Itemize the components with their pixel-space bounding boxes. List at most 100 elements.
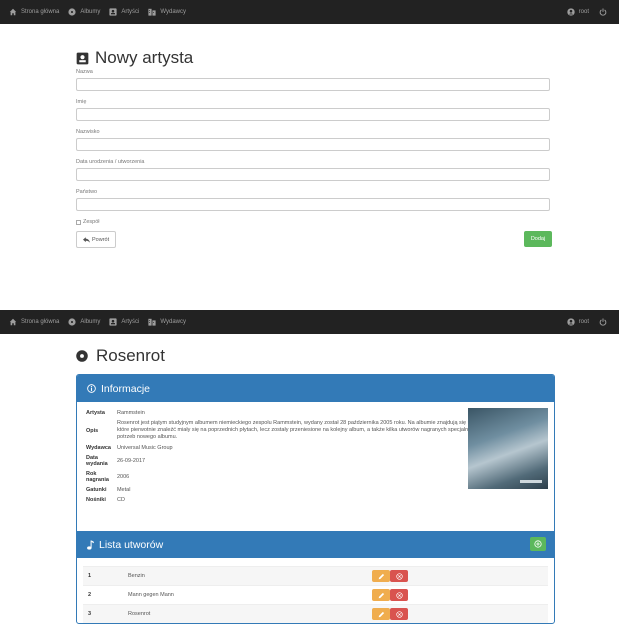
logout-button[interactable] <box>599 318 611 326</box>
info-value: CD <box>116 497 125 503</box>
nav-home[interactable]: Strona główna <box>9 318 59 326</box>
nav-publishers-label: Wydawcy <box>160 9 186 15</box>
new-artist-form: Nowy artysta Nazwa Imię Nazwisko Data ur… <box>76 24 552 249</box>
info-header: Informacje <box>77 375 554 402</box>
home-icon <box>9 318 17 326</box>
album-view: Strona główna Albumy Artyści Wydawcy roo… <box>0 310 619 624</box>
add-button[interactable]: Dodaj <box>524 231 552 247</box>
reply-arrow-icon <box>83 236 90 243</box>
edit-track-button[interactable] <box>372 589 390 601</box>
disc-icon <box>68 8 76 16</box>
birth-date-label: Data urodzenia / utworzenia <box>76 159 145 165</box>
info-key: Artysta <box>86 410 105 416</box>
pencil-icon <box>378 573 384 579</box>
nav-albums-label: Albumy <box>80 9 101 15</box>
tracks-header-label: Lista utworów <box>99 538 164 551</box>
info-circle-icon <box>87 384 96 393</box>
first-name-label: Imię <box>76 99 87 105</box>
country-input[interactable] <box>76 198 550 211</box>
form-actions: Powrót Dodaj <box>76 231 552 249</box>
country-label: Państwo <box>76 189 98 195</box>
name-label: Nazwa <box>76 69 93 75</box>
nav-right: root <box>557 8 611 16</box>
delete-track-button[interactable] <box>390 589 408 601</box>
pencil-icon <box>378 592 384 598</box>
info-row-publisher: Wydawca Universal Music Group <box>83 443 490 453</box>
album-title-text: Rosenrot <box>96 346 165 365</box>
info-key: Rok nagrania <box>86 471 109 483</box>
back-button[interactable]: Powrót <box>76 231 117 248</box>
page-title: Nowy artysta <box>76 48 552 68</box>
album-panel: Informacje Artysta Rammstein Opis Rosenr… <box>76 374 555 624</box>
user-icon <box>566 318 575 326</box>
track-title: Benzin <box>128 573 145 579</box>
nav-user-label: root <box>578 9 589 15</box>
first-name-input[interactable] <box>76 108 550 121</box>
birth-date-input[interactable] <box>76 168 550 181</box>
info-key: Nośniki <box>86 497 106 503</box>
nav-home-label: Strona główna <box>21 9 60 15</box>
track-row: 3 Rosenrot <box>83 604 548 623</box>
band-checkbox-label: Zespół <box>83 219 100 225</box>
album-title: Rosenrot <box>76 346 165 366</box>
remove-circle-icon <box>395 591 403 599</box>
tracks-header: Lista utworów <box>77 531 554 558</box>
add-track-button[interactable] <box>530 537 546 551</box>
remove-circle-icon <box>395 572 403 580</box>
nav-albums[interactable]: Albumy <box>68 8 100 16</box>
plus-circle-icon <box>534 540 542 548</box>
edit-track-button[interactable] <box>372 608 390 620</box>
remove-circle-icon <box>395 610 403 618</box>
track-actions <box>372 589 408 601</box>
building-icon <box>148 8 156 16</box>
track-number: 1 <box>88 573 92 579</box>
name-input[interactable] <box>76 78 550 91</box>
last-name-input[interactable] <box>76 138 550 151</box>
info-key: Opis <box>86 427 99 434</box>
user-icon <box>566 8 575 16</box>
nav-albums[interactable]: Albumy <box>68 318 100 326</box>
artist-link[interactable]: Rammstein <box>114 408 490 418</box>
nav-publishers[interactable]: Wydawcy <box>148 318 186 326</box>
track-row: 2 Mann gegen Mann <box>83 585 548 604</box>
track-title: Rosenrot <box>128 611 151 617</box>
home-icon <box>9 8 17 16</box>
logout-button[interactable] <box>599 8 611 16</box>
info-body: Artysta Rammstein Opis Rosenrot jest pią… <box>77 402 554 531</box>
nav-artists[interactable]: Artyści <box>109 318 139 326</box>
disc-icon <box>76 350 88 362</box>
nav-home[interactable]: Strona główna <box>9 8 59 16</box>
nav-user-label: root <box>578 319 589 325</box>
info-key: Data wydania <box>86 455 108 467</box>
nav-artists-label: Artyści <box>121 319 140 325</box>
disc-icon <box>68 318 76 326</box>
nav-albums-label: Albumy <box>80 319 101 325</box>
nav-publishers-label: Wydawcy <box>160 319 186 325</box>
user-card-icon <box>109 8 117 16</box>
track-title: Mann gegen Mann <box>128 592 174 598</box>
info-row-release-date: Data wydania 26-09-2017 <box>83 453 490 469</box>
last-name-label: Nazwisko <box>76 129 100 135</box>
band-checkbox[interactable] <box>76 219 81 225</box>
nav-user[interactable]: root <box>566 318 589 326</box>
building-icon <box>148 318 156 326</box>
track-actions <box>372 608 408 620</box>
band-checkbox-row: Zespół <box>76 219 552 225</box>
user-card-icon <box>109 318 117 326</box>
info-description: Rosenrot jest piątym studyjnym albumem n… <box>116 420 485 440</box>
pencil-icon <box>378 611 384 617</box>
navbar-bottom: Strona główna Albumy Artyści Wydawcy roo… <box>0 310 619 334</box>
page-title-text: Nowy artysta <box>95 48 194 67</box>
delete-track-button[interactable] <box>390 608 408 620</box>
nav-publishers[interactable]: Wydawcy <box>148 8 186 16</box>
navbar-top: Strona główna Albumy Artyści Wydawcy roo… <box>0 0 619 24</box>
track-number: 2 <box>88 592 92 598</box>
edit-track-button[interactable] <box>372 570 390 582</box>
info-header-label: Informacje <box>101 382 151 395</box>
nav-artists[interactable]: Artyści <box>109 8 139 16</box>
nav-home-label: Strona główna <box>21 319 60 325</box>
nav-user[interactable]: root <box>566 8 589 16</box>
tracks-table: 1 Benzin 2 Mann gegen Mann 3 Rosenrot <box>77 558 554 623</box>
delete-track-button[interactable] <box>390 570 408 582</box>
track-actions <box>372 570 408 582</box>
